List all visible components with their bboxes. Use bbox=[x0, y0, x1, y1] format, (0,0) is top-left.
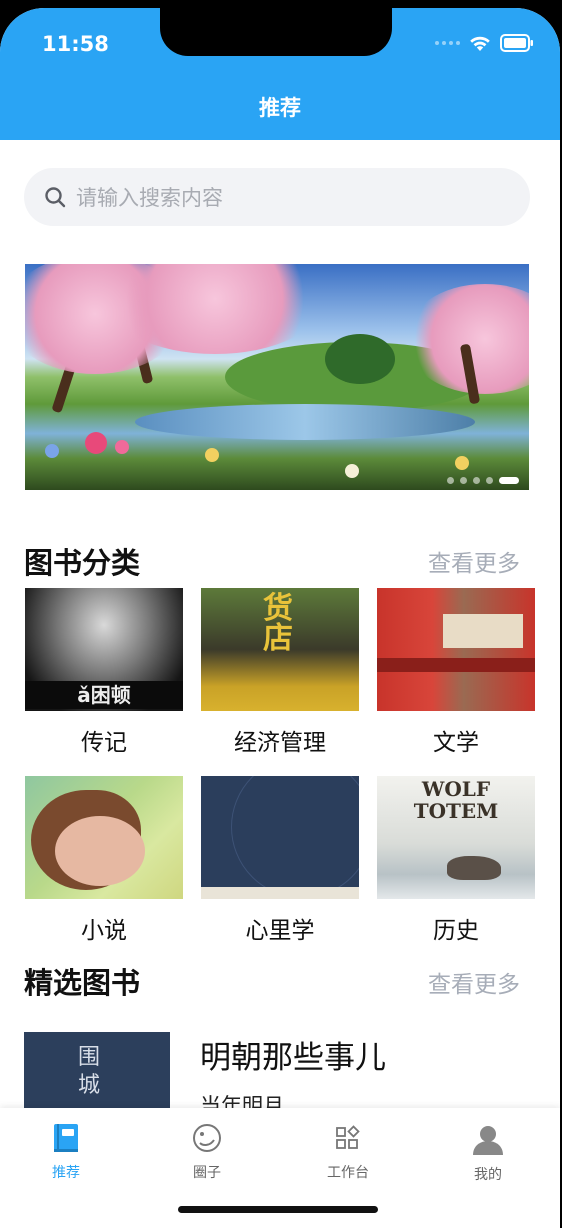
banner-tree-dark bbox=[325, 334, 395, 384]
status-time: 11:58 bbox=[42, 32, 109, 56]
category-cover bbox=[201, 776, 359, 899]
carousel-dot[interactable] bbox=[447, 477, 454, 484]
cover-window bbox=[443, 614, 523, 648]
book-title: 明朝那些事儿 bbox=[200, 1040, 386, 1076]
category-label: 心里学 bbox=[245, 918, 315, 944]
search-icon bbox=[45, 187, 66, 208]
carousel-dot[interactable] bbox=[486, 477, 493, 484]
carousel-dot-active[interactable] bbox=[499, 477, 519, 484]
carousel-indicator[interactable] bbox=[447, 477, 519, 484]
page-title: 推荐 bbox=[259, 96, 301, 120]
search-input[interactable]: 请输入搜索内容 bbox=[76, 182, 223, 212]
featured-book-item[interactable]: 围城 明朝那些事儿 当年明月 bbox=[24, 1032, 544, 1122]
category-literature[interactable]: 文学 bbox=[377, 588, 535, 757]
wifi-icon bbox=[470, 36, 490, 51]
header-bar: 11:58 推荐 bbox=[0, 8, 560, 140]
category-label: 传记 bbox=[81, 730, 127, 756]
home-indicator bbox=[178, 1206, 378, 1213]
banner-flower bbox=[345, 464, 359, 478]
featured-title: 精选图书 bbox=[24, 966, 141, 1000]
category-biography[interactable]: ǎ困顿 传记 bbox=[25, 588, 183, 757]
tab-label: 我的 bbox=[474, 1167, 502, 1183]
category-novel[interactable]: 小说 bbox=[25, 776, 183, 945]
user-icon bbox=[473, 1126, 503, 1155]
grid-icon bbox=[336, 1125, 360, 1149]
cover-figure-face bbox=[55, 816, 145, 886]
planet-icon bbox=[193, 1124, 221, 1152]
category-label: 经济管理 bbox=[234, 730, 326, 756]
banner-flower bbox=[455, 456, 469, 470]
category-history[interactable]: WOLF TOTEM 历史 bbox=[377, 776, 535, 945]
status-icons bbox=[435, 34, 534, 52]
banner-flower bbox=[45, 444, 59, 458]
app-screen: 11:58 推荐 请输入搜索内容 图书分类 查看更多 ǎ困顿 传记 货店 经济管… bbox=[0, 8, 560, 1228]
tab-label: 工作台 bbox=[327, 1165, 369, 1181]
banner-river bbox=[135, 404, 475, 440]
category-cover: WOLF TOTEM bbox=[377, 776, 535, 899]
category-label: 文学 bbox=[433, 730, 479, 756]
tab-circle[interactable]: 圈子 bbox=[157, 1122, 257, 1182]
cover-wolf bbox=[447, 856, 501, 880]
cover-title: 货店 bbox=[263, 591, 293, 656]
tab-workbench[interactable]: 工作台 bbox=[298, 1122, 398, 1182]
signal-icon bbox=[435, 41, 460, 45]
tab-mine[interactable]: 我的 bbox=[438, 1122, 538, 1184]
notch bbox=[160, 8, 392, 56]
category-cover: 货店 bbox=[201, 588, 359, 711]
tab-label: 推荐 bbox=[52, 1165, 80, 1181]
categories-title: 图书分类 bbox=[24, 546, 141, 580]
book-icon bbox=[54, 1124, 78, 1152]
banner-flower bbox=[115, 440, 129, 454]
featured-more-link[interactable]: 查看更多 bbox=[428, 965, 520, 999]
carousel-dot[interactable] bbox=[473, 477, 480, 484]
cover-band bbox=[201, 887, 359, 899]
tab-recommend[interactable]: 推荐 bbox=[16, 1122, 116, 1182]
category-cover bbox=[377, 588, 535, 711]
category-psychology[interactable]: 心里学 bbox=[201, 776, 359, 945]
banner-flower bbox=[85, 432, 107, 454]
categories-more-link[interactable]: 查看更多 bbox=[428, 544, 520, 578]
cover-title: ǎ困顿 bbox=[25, 681, 183, 709]
battery-icon bbox=[500, 34, 533, 52]
category-cover bbox=[25, 776, 183, 899]
category-economics[interactable]: 货店 经济管理 bbox=[201, 588, 359, 757]
search-bar[interactable]: 请输入搜索内容 bbox=[24, 168, 530, 226]
cover-pattern bbox=[231, 776, 359, 898]
tab-label: 圈子 bbox=[193, 1165, 221, 1181]
category-cover: ǎ困顿 bbox=[25, 588, 183, 711]
banner-flower bbox=[205, 448, 219, 462]
phone-frame: 11:58 推荐 请输入搜索内容 图书分类 查看更多 ǎ困顿 传记 货店 经济管… bbox=[0, 0, 562, 1228]
category-label: 历史 bbox=[433, 918, 479, 944]
cover-title: WOLF TOTEM bbox=[413, 777, 499, 823]
carousel-dot[interactable] bbox=[460, 477, 467, 484]
cover-shelf bbox=[377, 658, 535, 672]
banner-carousel[interactable] bbox=[25, 264, 529, 490]
category-label: 小说 bbox=[81, 918, 127, 944]
book-cover-title: 围城 bbox=[78, 1045, 101, 1098]
